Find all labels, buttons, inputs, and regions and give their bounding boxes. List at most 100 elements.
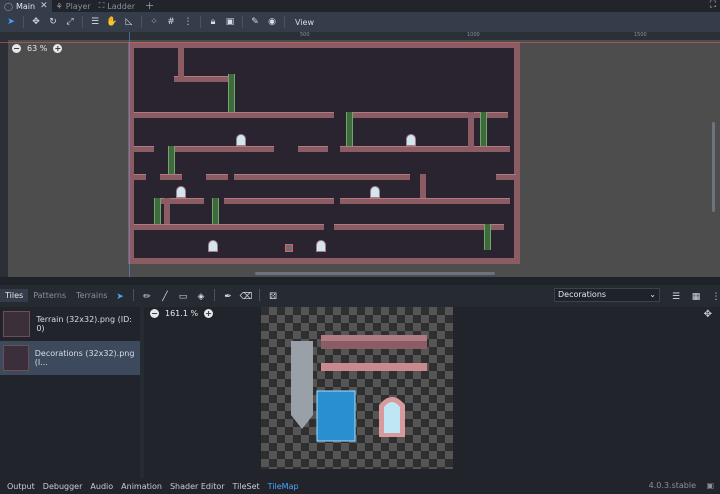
tile-banner — [291, 341, 313, 429]
wall — [178, 48, 184, 82]
list-view-icon[interactable]: ☰ — [668, 289, 684, 305]
picker-icon[interactable]: ✒ — [220, 289, 236, 305]
ladder — [484, 224, 491, 250]
group-icon[interactable]: ▣ — [222, 14, 238, 30]
character-icon: ⚘ — [55, 1, 63, 11]
pan-icon[interactable]: ✋ — [104, 14, 120, 30]
tileset-tabs: Tiles Patterns Terrains — [0, 287, 112, 303]
ladder — [154, 198, 161, 224]
bone-icon[interactable]: ✎ — [247, 14, 263, 30]
platform — [490, 198, 510, 204]
add-tab-button[interactable]: + — [139, 0, 160, 12]
tile-atlas[interactable] — [261, 307, 453, 469]
move-icon[interactable]: ✥ — [704, 309, 712, 320]
zoom-in-icon[interactable]: + — [204, 309, 214, 318]
layer-select-value: Decorations — [558, 290, 607, 299]
select-icon[interactable]: ➤ — [112, 289, 128, 305]
source-thumbnail — [3, 311, 31, 337]
viewport-scrollbar-vertical[interactable] — [712, 122, 715, 212]
scene-tab-label: Main — [15, 1, 36, 11]
scale-icon[interactable]: ⤢ — [62, 14, 78, 30]
scene-tab-bar: ◯ Main ✕ ⚘ Player ⛶ Ladder + ⛶ — [0, 0, 720, 12]
visibility-icon[interactable]: ◉ — [264, 14, 280, 30]
platform — [134, 112, 334, 118]
list-select-icon[interactable]: ☰ — [87, 14, 103, 30]
close-icon[interactable]: ✕ — [40, 1, 48, 11]
ruler-label: 1500 — [634, 32, 647, 38]
wall — [468, 112, 474, 148]
grid-view-icon[interactable]: ▦ — [688, 289, 704, 305]
move-icon[interactable]: ✥ — [28, 14, 44, 30]
bucket-icon[interactable]: ◈ — [193, 289, 209, 305]
node-icon: ◯ — [4, 1, 13, 11]
snap-icon[interactable]: ⁘ — [146, 14, 162, 30]
atlas-zoom-level[interactable]: 161.1 % — [165, 309, 198, 318]
platform — [134, 174, 146, 180]
door — [208, 240, 218, 252]
rotate-icon[interactable]: ↻ — [45, 14, 61, 30]
zoom-out-icon[interactable]: − — [150, 309, 159, 318]
scene-tab-player[interactable]: ⚘ Player — [52, 0, 95, 12]
origin-axis-horizontal — [0, 42, 720, 43]
zoom-in-icon[interactable]: + — [53, 44, 63, 53]
player-sprite[interactable] — [285, 244, 293, 252]
line-icon[interactable]: ╱ — [157, 289, 173, 305]
platform — [160, 174, 182, 180]
eraser-icon[interactable]: ⌫ — [238, 289, 254, 305]
platform — [340, 198, 496, 204]
more-options-icon[interactable]: ⋮ — [180, 14, 196, 30]
platform — [234, 174, 410, 180]
tab-shader-editor[interactable]: Shader Editor — [166, 482, 229, 491]
tab-output[interactable]: Output — [3, 482, 39, 491]
random-tile-icon[interactable]: ⚄ — [265, 289, 281, 305]
tab-debugger[interactable]: Debugger — [39, 482, 87, 491]
lock-icon[interactable]: 🔒︎ — [205, 14, 221, 30]
ruler-icon[interactable]: ◺ — [121, 14, 137, 30]
canvas-viewport[interactable]: 500 1000 1500 − 63 % + — [0, 32, 720, 277]
tab-tiles[interactable]: Tiles — [0, 288, 29, 302]
platform — [134, 146, 154, 152]
toolbar-separator — [200, 16, 201, 28]
zoom-out-icon[interactable]: − — [12, 44, 21, 53]
editor-toolbar: ➤ ✥ ↻ ⤢ ☰ ✋ ◺ ⁘ # ⋮ 🔒︎ ▣ ✎ ◉ View — [0, 12, 720, 32]
platform — [334, 224, 504, 230]
chevron-down-icon: ⌄ — [649, 290, 656, 299]
paint-icon[interactable]: ✏ — [139, 289, 155, 305]
select-icon[interactable]: ➤ — [3, 14, 19, 30]
toolbar-separator — [242, 16, 243, 28]
view-menu[interactable]: View — [289, 18, 320, 27]
tab-terrains[interactable]: Terrains — [71, 289, 112, 302]
source-decorations[interactable]: Decorations (32x32).png (I... — [0, 341, 140, 375]
toolbar-separator — [284, 16, 285, 28]
tab-patterns[interactable]: Patterns — [28, 289, 71, 302]
toolbar-separator — [259, 289, 260, 301]
panel-view-tools: ☰ ▦ ⋮ — [668, 289, 720, 305]
tilemap-panel: Tiles Patterns Terrains ➤ ✏ ╱ ▭ ◈ ✒ ⌫ ⚄ … — [0, 281, 720, 494]
ladder — [346, 112, 353, 146]
more-options-icon[interactable]: ⋮ — [708, 289, 720, 305]
scene-tab-ladder[interactable]: ⛶ Ladder — [95, 0, 139, 12]
ladder — [168, 146, 175, 174]
door — [370, 186, 380, 198]
tab-tileset[interactable]: TileSet — [229, 482, 264, 491]
tab-tilemap[interactable]: TileMap — [264, 482, 303, 491]
ladder — [480, 112, 487, 146]
area-icon: ⛶ — [98, 1, 105, 10]
distraction-free-icon[interactable]: ⛶ — [710, 0, 716, 10]
scene-tab-label: Player — [65, 1, 91, 11]
scene-tab-main[interactable]: ◯ Main ✕ — [0, 0, 52, 12]
tab-audio[interactable]: Audio — [86, 482, 117, 491]
zoom-level[interactable]: 63 % — [27, 44, 47, 53]
rect-icon[interactable]: ▭ — [175, 289, 191, 305]
atlas-tiles — [291, 335, 427, 442]
grid-icon[interactable]: # — [163, 14, 179, 30]
source-thumbnail — [3, 345, 29, 371]
source-terrain[interactable]: Terrain (32x32).png (ID: 0) — [0, 307, 140, 341]
viewport-scrollbar-horizontal[interactable] — [255, 272, 495, 275]
panel-toggle-icon[interactable]: ▣ — [706, 481, 714, 490]
atlas-zoom-control: − 161.1 % + — [150, 309, 214, 318]
platform — [174, 146, 274, 152]
ruler-vertical — [0, 32, 8, 277]
layer-select[interactable]: Decorations ⌄ — [554, 288, 660, 302]
tab-animation[interactable]: Animation — [117, 482, 166, 491]
